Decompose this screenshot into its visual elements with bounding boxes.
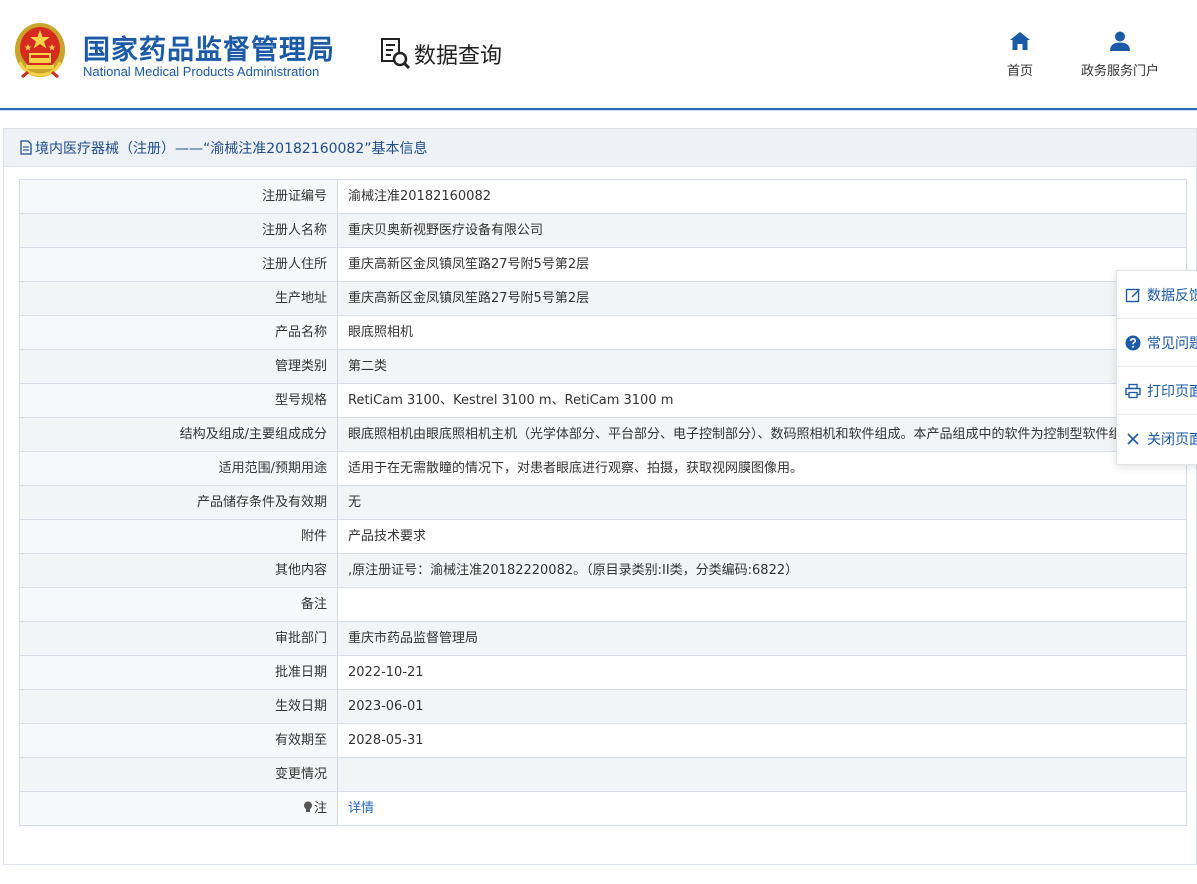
row-value: 2028-05-31 [337,723,1187,758]
document-search-icon [381,38,411,70]
document-icon [20,140,32,155]
org-name-en: National Medical Products Administration [83,64,320,79]
edit-icon [1125,288,1140,302]
row-label: 备注 [19,587,338,622]
row-label: 产品储存条件及有效期 [19,485,338,520]
row-label: 结构及组成/主要组成成分 [19,417,338,452]
lightbulb-icon [303,801,312,812]
print-button[interactable]: 打印页面 [1117,367,1197,415]
row-label: 生效日期 [19,689,338,724]
row-label: 注册人住所 [19,247,338,282]
row-label: 变更情况 [19,757,338,792]
row-value: 重庆高新区金凤镇凤笙路27号附5号第2层 [337,247,1187,282]
table-row: 产品储存条件及有效期无 [19,485,1187,520]
close-icon [1127,433,1139,445]
feedback-label: 数据反馈 [1147,287,1197,304]
table-row: 注册证编号 渝械注准20182160082 [19,179,1187,214]
table-row: 型号规格 RetiCam 3100、Kestrel 3100 m、RetiCam … [19,383,1187,418]
row-label: 注册证编号 [19,179,338,214]
floating-toolbar: 数据反馈 常见问题 打印页面 关闭页面 [1116,270,1197,465]
row-value [337,757,1187,792]
row-value: 重庆贝奥新视野医疗设备有限公司 [337,213,1187,248]
row-label: 型号规格 [19,383,338,418]
row-label: 审批部门 [19,621,338,656]
row-label: 生产地址 [19,281,338,316]
national-emblem-icon [15,23,65,78]
info-panel: 境内医疗器械（注册）——“渝械注准20182160082”基本信息 注册证编号渝… [3,128,1197,865]
table-row: 适用范围/预期用途 适用于在无需散瞳的情况下，对患者眼底进行观察、拍摄，获取视网膜… [19,451,1187,486]
row-value: RetiCam 3100、Kestrel 3100 m、RetiCam 3100… [337,383,1187,418]
row-value: ,原注册证号：渝械注准20182220082。（原目录类别:II类，分类编码:6… [337,553,1187,588]
row-label: 注册人名称 [19,213,338,248]
table-row: 备注 [19,587,1187,622]
row-label: 适用范围/预期用途 [19,451,338,486]
table-row: 有效期至 2028-05-31 [19,723,1187,758]
table-row: 注 详情 [19,791,1187,826]
nav-home-label: 首页 [1006,64,1033,79]
feedback-button[interactable]: 数据反馈 [1117,271,1197,319]
nav-home[interactable]: 首页 [1000,30,1040,79]
table-row: 生效日期 2023-06-01 [19,689,1187,724]
table-row: 生产地址 重庆高新区金凤镇凤笙路27号附5号第2层 [19,281,1187,316]
row-value: 无 [337,485,1187,520]
table-row: 结构及组成/主要组成成分 眼底照相机由眼底照相机主机（光学体部分、平台部分、电子控… [19,417,1187,452]
org-name-cn: 国家药品监督管理局 [83,35,335,66]
row-label: 有效期至 [19,723,338,758]
close-page-button[interactable]: 关闭页面 [1117,415,1197,463]
header-divider-light [0,110,1197,111]
row-label: 附件 [19,519,338,554]
row-label: 其他内容 [19,553,338,588]
table-row: 审批部门 重庆市药品监督管理局 [19,621,1187,656]
data-query-link[interactable]: 数据查询 [380,36,502,72]
site-header: 国家药品监督管理局 National Medical Products Admi… [0,0,1197,111]
table-row: 注册人名称 重庆贝奥新视野医疗设备有限公司 [19,213,1187,248]
note-value-cell: 详情 [337,791,1187,826]
nav-portal-label: 政务服务门户 [1080,64,1159,79]
row-value: 产品技术要求 [337,519,1187,554]
row-value: 眼底照相机由眼底照相机主机（光学体部分、平台部分、电子控制部分）、数码照相机和软… [337,417,1187,452]
row-value: 第二类 [337,349,1187,384]
details-link[interactable]: 详情 [348,801,374,816]
table-row: 变更情况 [19,757,1187,792]
row-value [337,587,1187,622]
row-label: 管理类别 [19,349,338,384]
panel-title: 境内医疗器械（注册）——“渝械注准20182160082”基本信息 [35,140,428,157]
row-value: 适用于在无需散瞳的情况下，对患者眼底进行观察、拍摄，获取视网膜图像用。 [337,451,1187,486]
question-icon [1125,335,1141,350]
row-value: 2023-06-01 [337,689,1187,724]
table-row: 其他内容 ,原注册证号：渝械注准20182220082。（原目录类别:II类，分类… [19,553,1187,588]
close-page-label: 关闭页面 [1147,432,1197,448]
print-icon [1125,383,1141,398]
row-value: 重庆高新区金凤镇凤笙路27号附5号第2层 [337,281,1187,316]
table-row: 批准日期 2022-10-21 [19,655,1187,690]
info-table: 注册证编号 渝械注准20182160082 注册人名称 重庆贝奥新视野医疗设备有限公… [19,179,1187,826]
row-value: 重庆市药品监督管理局 [337,621,1187,656]
row-label: 产品名称 [19,315,338,350]
row-value: 渝械注准20182160082 [337,179,1187,214]
row-label: 批准日期 [19,655,338,690]
faq-label: 常见问题 [1147,335,1197,352]
row-value: 2022-10-21 [337,655,1187,690]
print-label: 打印页面 [1147,383,1197,400]
data-query-label: 数据查询 [414,44,503,69]
faq-button[interactable]: 常见问题 [1117,319,1197,367]
panel-header: 境内医疗器械（注册）——“渝械注准20182160082”基本信息 [4,129,1196,167]
table-row: 产品名称 眼底照相机 [19,315,1187,350]
nav-service-portal[interactable]: 政务服务门户 [1072,30,1168,79]
user-icon [1110,31,1130,51]
row-label: 注 [313,800,327,816]
home-icon [1010,32,1030,50]
row-value: 眼底照相机 [337,315,1187,350]
table-row: 附件 产品技术要求 [19,519,1187,554]
note-label-cell: 注 [19,791,338,826]
table-row: 注册人住所 重庆高新区金凤镇凤笙路27号附5号第2层 [19,247,1187,282]
table-row: 管理类别 第二类 [19,349,1187,384]
